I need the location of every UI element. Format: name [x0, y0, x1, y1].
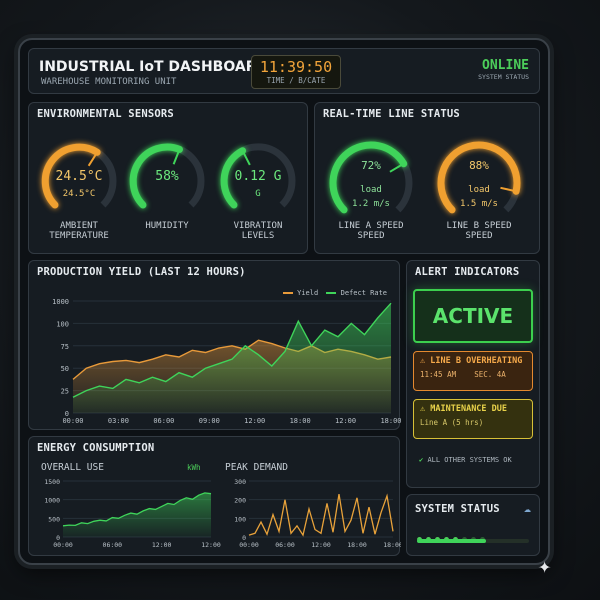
panel-title: SYSTEM STATUS [415, 503, 500, 515]
y-tick-label: 300 [234, 478, 246, 486]
alert-meta: 11:45 AM SEC. 4A [420, 370, 506, 379]
x-tick-label: 03:00 [108, 417, 129, 425]
x-tick-label: 00:00 [62, 417, 83, 425]
line-a-label: LINE A SPEED SPEED [338, 221, 404, 241]
cloud-icon: ☁ [523, 501, 531, 515]
system-status-panel: SYSTEM STATUS ☁ [406, 494, 540, 556]
warning-icon: ⚠ [420, 356, 426, 366]
y-tick-label: 200 [234, 497, 246, 505]
status-bar-track [417, 539, 529, 543]
alert-indicators-panel: ALERT INDICATORS ACTIVE ⚠ LINE B OVERHEA… [406, 260, 540, 488]
temperature-label: AMBIENT TEMPERATURE [49, 221, 109, 241]
x-tick-label: 06:00 [153, 417, 174, 425]
line-b-load: load [468, 185, 490, 195]
x-tick-label: 12:00 [244, 417, 265, 425]
online-status: ONLINE SYSTEM STATUS [478, 58, 529, 81]
x-tick-label: 09:00 [199, 417, 220, 425]
status-dots [417, 527, 489, 546]
y-tick-label: 75 [61, 343, 69, 351]
humidity-label: HUMIDITY [145, 221, 189, 231]
y-tick-label: 50 [61, 365, 69, 373]
x-tick-label: 12:00 [201, 541, 221, 549]
x-tick-label: 06:00 [275, 541, 295, 549]
clock-label: TIME / B/CATE [266, 76, 326, 85]
environmental-sensors-panel: ENVIRONMENTAL SENSORS 24.5°C 24.5°C AMBI… [28, 102, 308, 254]
status-badge: ONLINE [482, 58, 529, 73]
active-alert-button[interactable]: ACTIVE [413, 289, 533, 343]
clock-time: 11:39:50 [259, 58, 333, 76]
y-tick-label: 1500 [44, 478, 60, 486]
vibration-sub: G [255, 189, 261, 199]
production-chart: 0255075100100000:00 03:00 06:00 09:00 12:00 1… [52, 298, 401, 425]
vibration-label: VIBRATION LEVELS [233, 221, 283, 241]
line-status-panel: REAL-TIME LINE STATUS 72% load 1.2 m/s L… [314, 102, 540, 254]
y-tick-label: 500 [48, 515, 60, 523]
temperature-value: 24.5°C [55, 169, 103, 184]
systems-ok-status: ✔ ALL OTHER SYSTEMS OK [419, 456, 512, 464]
x-tick-label: 18:00 [380, 417, 401, 425]
line-b-overheating-alert[interactable]: ⚠ LINE B OVERHEATING 11:45 AM SEC. 4A [413, 351, 533, 391]
line-a-percent: 72% [361, 159, 381, 172]
warning-icon: ⚠ [420, 404, 426, 414]
y-tick-label: 100 [56, 320, 69, 328]
alert-title: ⚠ LINE B OVERHEATING [420, 356, 523, 366]
temperature-sub: 24.5°C [62, 189, 96, 199]
x-tick-label: 18:00 [383, 541, 401, 549]
line-a-load: load [360, 185, 382, 195]
line-a-speed-value: 1.2 m/s [352, 199, 390, 209]
x-tick-label: 12:00 [311, 541, 331, 549]
page-subtitle: WAREHOUSE MONITORING UNIT [41, 77, 177, 87]
y-tick-label: 1000 [52, 298, 69, 306]
status-bar-fill [417, 539, 487, 543]
clock-display: 11:39:50 TIME / B/CATE [251, 55, 341, 89]
production-yield-panel: PRODUCTION YIELD (LAST 12 HOURS) Yield D… [28, 260, 401, 430]
x-tick-label: 12:00 [335, 417, 356, 425]
status-label: SYSTEM STATUS [478, 73, 529, 81]
x-tick-label: 12:00 [152, 541, 172, 549]
dashboard-frame: INDUSTRIAL IoT DASHBOARD WAREHOUSE MONIT… [18, 38, 550, 565]
alert-sub: Line A (5 hrs) [420, 418, 484, 427]
page-title: INDUSTRIAL IoT DASHBOARD [39, 59, 269, 75]
x-tick-label: 00:00 [239, 541, 259, 549]
x-tick-label: 18:00 [347, 541, 367, 549]
check-circle-icon: ✔ [419, 456, 424, 464]
x-tick-label: 00:00 [53, 541, 73, 549]
y-tick-label: 1000 [44, 497, 60, 505]
line-b-label: LINE B SPEED SPEED [446, 221, 512, 241]
energy-consumption-panel: ENERGY CONSUMPTION OVERALL USE kWh PEAK … [28, 436, 401, 556]
line-b-speed-value: 1.5 m/s [460, 199, 498, 209]
peak-line [248, 493, 394, 537]
x-tick-label: 18:00 [290, 417, 311, 425]
maintenance-due-alert[interactable]: ⚠ MAINTENANCE DUE Line A (5 hrs) [413, 399, 533, 439]
sparkle-icon: ✦ [538, 554, 552, 579]
panel-title: ALERT INDICATORS [415, 266, 520, 278]
energy-charts: 05001000150000:00 06:00 12:00 12:0001002003… [44, 478, 401, 549]
y-tick-label: 100 [234, 515, 246, 523]
header-panel: INDUSTRIAL IoT DASHBOARD WAREHOUSE MONIT… [28, 48, 540, 94]
humidity-value: 58% [155, 169, 179, 184]
line-b-percent: 88% [469, 159, 489, 172]
alert-title: ⚠ MAINTENANCE DUE [420, 404, 508, 414]
vibration-value: 0.12 G [234, 169, 282, 184]
y-tick-label: 25 [61, 388, 69, 396]
x-tick-label: 06:00 [103, 541, 123, 549]
